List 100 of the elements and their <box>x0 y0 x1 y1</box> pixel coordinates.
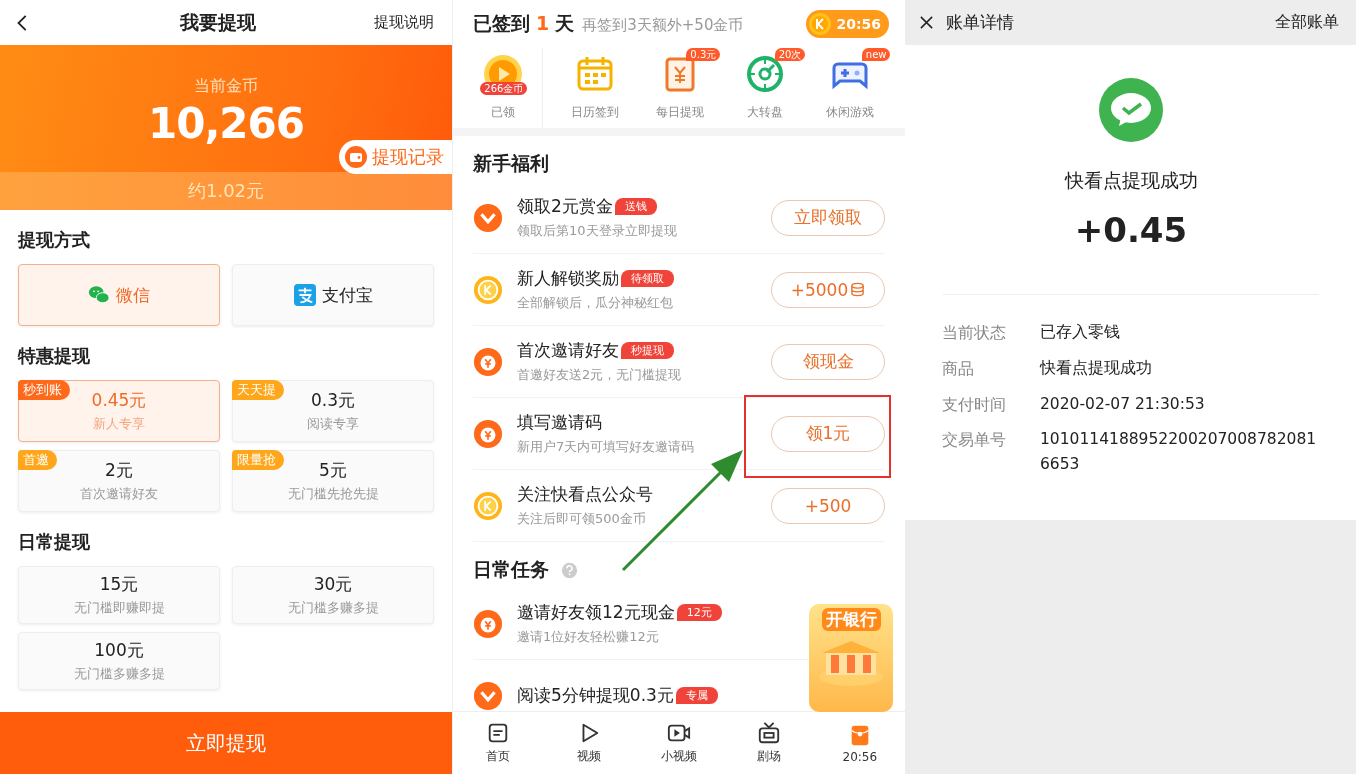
nav-tab[interactable]: 首页 <box>453 712 544 774</box>
task-subtitle: 首邀好友送2元，无门槛提现 <box>517 366 683 384</box>
amount-label: 15元 <box>99 573 139 596</box>
close-icon[interactable] <box>919 15 934 30</box>
shortcut-item[interactable]: 266金币 已领 <box>465 48 543 128</box>
checkin-hint: 再签到3天额外+50金币 <box>582 16 744 35</box>
amount-note: 阅读专享 <box>307 415 359 433</box>
shortcut-item[interactable]: new 休闲游戏 <box>807 48 894 128</box>
checkin-label: 已签到 <box>473 11 530 36</box>
shortcut-label: 大转盘 <box>747 104 784 121</box>
detail-label: 交易单号 <box>942 430 1007 452</box>
amount-note: 新人专享 <box>93 415 145 433</box>
task-subtitle: 全部解锁后，瓜分神秘红包 <box>517 294 674 312</box>
task-button[interactable]: 立即领取 <box>771 199 885 236</box>
withdraw-amount-option[interactable]: 100元 无门槛多赚多提 <box>18 632 220 690</box>
promo-title: 开银行 <box>821 608 881 631</box>
withdraw-now-button[interactable]: 立即提现 <box>0 712 452 774</box>
nav-tab[interactable]: 20:56 <box>814 712 905 774</box>
nav-tab[interactable]: 剧场 <box>724 712 815 774</box>
shortcut-item[interactable]: 日历签到 <box>552 48 638 128</box>
task-subtitle: 领取后第10天登录立即提现 <box>517 222 678 240</box>
task-tag: 秒提现 <box>621 342 674 359</box>
chevron-badge-icon <box>473 202 503 233</box>
withdraw-record-button[interactable]: 提现记录 <box>339 140 452 174</box>
amount-note: 首次邀请好友 <box>80 485 158 503</box>
section-title: 特惠提现 <box>18 344 91 368</box>
task-subtitle: 新用户7天内可填写好友邀请码 <box>517 438 696 456</box>
corner-tag: 限量抢 <box>232 450 284 470</box>
task-subtitle: 邀请1位好友轻松赚12元 <box>517 628 660 646</box>
tv-icon <box>757 721 782 745</box>
task-button[interactable]: 领现金 <box>771 343 885 380</box>
detail-value: 10101141889522002070087820816653 <box>1040 429 1318 476</box>
instructions-link[interactable]: 提现说明 <box>374 13 434 32</box>
checkin-days: 1 <box>536 12 550 34</box>
calendar-icon <box>575 54 616 94</box>
detail-value: 已存入零钱 <box>1040 322 1121 343</box>
corner-tag: 首邀 <box>18 450 57 470</box>
payment-method-option[interactable]: 微信 <box>18 264 220 326</box>
transaction-amount: +0.45 <box>1074 210 1188 250</box>
timer-pill[interactable]: 20:56 <box>806 10 889 38</box>
task-title: 新人解锁奖励 <box>517 267 619 290</box>
promo-drawing[interactable]: 开银行 <box>809 604 893 712</box>
amount-label: 30元 <box>313 573 353 596</box>
withdraw-amount-option[interactable]: 2元 首次邀请好友 首邀 <box>18 450 220 512</box>
approx-amount: 约1.02元 <box>0 172 452 210</box>
wallet-icon <box>344 145 368 169</box>
count-badge: 0.3元 <box>686 48 721 61</box>
coin-icon <box>808 12 833 36</box>
coin-balance: 10,266 <box>147 98 305 148</box>
merchant-name: 快看点提现成功 <box>1064 168 1198 193</box>
coin-icon <box>473 490 503 521</box>
amount-label: 2元 <box>105 459 133 482</box>
withdraw-amount-option[interactable]: 30元 无门槛多赚多提 <box>232 566 434 624</box>
all-bills-link[interactable]: 全部账单 <box>1275 12 1339 33</box>
task-tag: 12元 <box>676 604 722 621</box>
count-badge: new <box>861 48 891 61</box>
shortcut-label: 已领 <box>491 104 516 121</box>
amount-label: 100元 <box>94 639 144 662</box>
detail-label: 商品 <box>942 358 975 380</box>
chat-check-icon <box>1099 78 1163 142</box>
task-title: 填写邀请码 <box>517 411 602 434</box>
withdraw-amount-option[interactable]: 5元 无门槛先抢先提 限量抢 <box>232 450 434 512</box>
detail-value: 快看点提现成功 <box>1040 357 1153 379</box>
amount-label: 0.45元 <box>91 389 147 412</box>
amount-note: 无门槛即赚即提 <box>73 599 165 617</box>
section-title: 新手福利 <box>473 151 549 176</box>
amount-note: 无门槛先抢先提 <box>287 485 379 503</box>
task-title: 关注快看点公众号 <box>517 483 653 506</box>
nav-tab[interactable]: 小视频 <box>633 712 725 774</box>
shortcut-item[interactable]: 20次 大转盘 <box>722 48 808 128</box>
shortcut-label: 每日提现 <box>656 104 705 121</box>
checkin-unit: 天 <box>555 11 575 36</box>
timer-text: 20:56 <box>836 16 881 32</box>
task-title: 阅读5分钟提现0.3元 <box>517 684 674 707</box>
withdraw-amount-option[interactable]: 0.45元 新人专享 秒到账 <box>18 380 220 442</box>
shortcut-item[interactable]: 0.3元 每日提现 <box>637 48 723 128</box>
task-tag: 待领取 <box>621 270 674 287</box>
payment-method-option[interactable]: 支付宝 <box>232 264 434 326</box>
amount-note: 无门槛多赚多提 <box>73 665 165 683</box>
task-title: 邀请好友领12元现金 <box>517 601 675 624</box>
page-title: 我要提现 <box>180 9 256 35</box>
withdraw-amount-option[interactable]: 15元 无门槛即赚即提 <box>18 566 220 624</box>
detail-label: 当前状态 <box>942 323 1007 344</box>
task-button[interactable]: +500 <box>771 487 885 524</box>
count-badge: 266金币 <box>480 82 528 95</box>
coin-icon <box>473 274 503 305</box>
task-button[interactable]: +5000 <box>771 271 885 308</box>
amount-note: 无门槛多赚多提 <box>287 599 379 617</box>
withdraw-amount-option[interactable]: 0.3元 阅读专享 天天提 <box>232 380 434 442</box>
payment-app-icon <box>293 284 316 306</box>
task-button[interactable]: 领1元 <box>771 415 885 452</box>
task-subtitle: 关注后即可领500金币 <box>517 510 647 528</box>
yen-coin-icon <box>473 608 503 639</box>
corner-tag: 秒到账 <box>18 380 70 400</box>
amount-label: 0.3元 <box>310 389 355 412</box>
task-title: 领取2元赏金 <box>517 195 613 218</box>
task-tag: 送钱 <box>614 198 657 215</box>
section-title: 提现方式 <box>18 228 91 252</box>
task-title: 首次邀请好友 <box>517 339 619 362</box>
nav-tab[interactable]: 视频 <box>543 712 634 774</box>
